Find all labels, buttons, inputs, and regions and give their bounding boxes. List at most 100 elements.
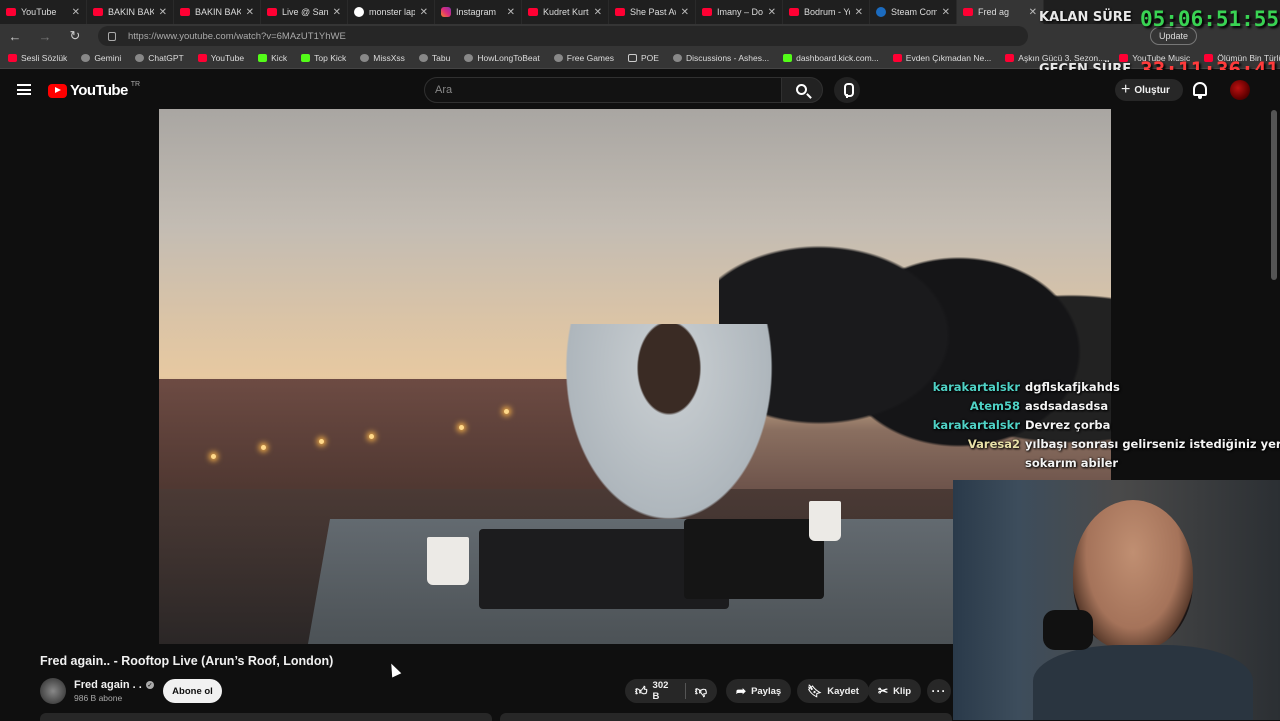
close-tab-icon[interactable]: ✕ [768, 7, 776, 18]
menu-icon[interactable] [17, 84, 31, 95]
create-button[interactable]: + Oluştur [1115, 79, 1183, 101]
bookmark-item[interactable]: dashboard.kick.com... [783, 53, 879, 63]
account-avatar[interactable] [1230, 80, 1250, 100]
google-icon [354, 7, 364, 17]
chat-username: Atem58 [969, 399, 1020, 413]
video-scene-light [211, 454, 216, 459]
close-tab-icon[interactable]: ✕ [420, 7, 428, 18]
bookmark-label: ChatGPT [148, 53, 184, 63]
like-dislike-group: 👍︎ 302 B 👎︎ [625, 679, 717, 703]
search-icon [796, 84, 807, 95]
youtube-logo[interactable]: YouTube TR [48, 81, 140, 99]
video-scene-cup [427, 537, 469, 585]
clip-button[interactable]: ✂ Klip [868, 679, 922, 703]
youtube-icon [1005, 54, 1015, 62]
browser-tab[interactable]: Live @ Santa ✕ [261, 0, 348, 24]
close-tab-icon[interactable]: ✕ [942, 7, 950, 18]
webcam-microphone [1043, 610, 1093, 650]
bookmark-item[interactable]: HowLongToBeat [464, 53, 540, 63]
chat-message-text: sokarım abiler [1025, 456, 1119, 470]
channel-avatar[interactable] [40, 678, 66, 704]
bookmark-item[interactable]: Evden Çıkmadan Ne... [892, 53, 991, 63]
close-tab-icon[interactable]: ✕ [333, 7, 341, 18]
bookmark-item[interactable]: Kick [258, 53, 287, 63]
search-button[interactable] [781, 77, 823, 103]
bookmark-label: POE [641, 53, 659, 63]
close-tab-icon[interactable]: ✕ [246, 7, 254, 18]
close-tab-icon[interactable]: ✕ [855, 7, 863, 18]
notifications-bell-icon[interactable] [1193, 82, 1207, 99]
bookmark-label: Kick [271, 53, 288, 63]
like-thumbs-up-icon[interactable]: 👍︎ [635, 685, 648, 697]
folder-icon [628, 54, 637, 62]
youtube-icon [180, 8, 190, 16]
like-divider [684, 683, 686, 699]
dislike-thumbs-down-icon[interactable]: 👎︎ [695, 685, 707, 697]
remaining-time-value: 05:06:51:55 [1140, 7, 1280, 31]
youtube-icon [892, 54, 902, 62]
browser-tab[interactable]: BAKIN BAKIN ✕ [87, 0, 174, 24]
chat-username: Varesa2 [967, 437, 1020, 451]
channel-name[interactable]: Fred again . . ✓ [74, 679, 154, 691]
youtube-play-icon [48, 83, 67, 98]
close-tab-icon[interactable]: ✕ [72, 7, 80, 18]
bookmark-item[interactable]: Sesli Sözlük [8, 53, 67, 63]
save-button[interactable]: 🔖︎ Kaydet [797, 679, 869, 703]
close-tab-icon[interactable]: ✕ [594, 7, 602, 18]
page-scrollbar[interactable] [1271, 110, 1277, 280]
browser-tab-label: Instagram [456, 7, 497, 17]
back-arrow-icon[interactable]: ← [8, 29, 22, 44]
chat-message-text: dgflskafjkahds [1025, 380, 1120, 394]
bookmark-label: Sesli Sözlük [21, 53, 68, 63]
more-actions-icon[interactable]: ··· [927, 679, 951, 703]
close-tab-icon[interactable]: ✕ [507, 7, 515, 18]
bookmark-item[interactable]: Gemini [81, 53, 121, 63]
instagram-icon [441, 7, 451, 17]
kick-icon [258, 54, 268, 62]
browser-tab[interactable]: Instagram ✕ [435, 0, 522, 24]
bookmark-label: Free Games [566, 53, 614, 63]
bookmark-item[interactable]: YouTube [197, 53, 244, 63]
voice-search-icon[interactable] [834, 77, 860, 103]
bookmark-icon: 🔖︎ [807, 684, 823, 698]
like-count[interactable]: 302 B [653, 680, 676, 702]
video-scene-light [504, 409, 509, 414]
share-button[interactable]: ➦ Paylaş [726, 679, 792, 703]
channel-name-text: Fred again . . [74, 679, 142, 691]
browser-tab[interactable]: Kudret Kurto ✕ [522, 0, 609, 24]
video-scene-light [459, 425, 464, 430]
bookmark-item[interactable]: ChatGPT [135, 53, 184, 63]
bookmark-item[interactable]: MissXss [360, 53, 405, 63]
gemini-icon [81, 54, 91, 62]
youtube-icon [93, 8, 103, 16]
search-input[interactable] [425, 78, 781, 102]
address-bar-url: https://www.youtube.com/watch?v=6MAzUT1Y… [128, 30, 346, 42]
subscribe-button[interactable]: Abone ol [163, 679, 222, 703]
browser-tab[interactable]: Steam Comm ✕ [870, 0, 957, 24]
browser-tab[interactable]: She Past Awa ✕ [609, 0, 696, 24]
steam-icon [876, 7, 886, 17]
browser-tab[interactable]: Bodrum - Yo ✕ [783, 0, 870, 24]
browser-tab[interactable]: Fred ag ✕ [957, 0, 1044, 24]
kick-icon [783, 54, 793, 62]
close-tab-icon[interactable]: ✕ [681, 7, 689, 18]
browser-tab[interactable]: YouTube ✕ [0, 0, 87, 24]
chatgpt-icon [135, 54, 145, 62]
reload-icon[interactable]: ↻ [68, 28, 82, 44]
bookmark-item[interactable]: Free Games [553, 53, 614, 63]
bookmark-label: dashboard.kick.com... [796, 53, 879, 63]
bookmark-item[interactable]: Top Kick [301, 53, 346, 63]
forward-arrow-icon[interactable]: → [38, 29, 52, 44]
globe-icon [464, 54, 474, 62]
video-scene-light [261, 445, 266, 450]
browser-tab[interactable]: Imany – Don ✕ [696, 0, 783, 24]
bookmark-item[interactable]: Discussions - Ashes... [672, 53, 769, 63]
globe-icon [418, 54, 428, 62]
browser-tab[interactable]: BAKIN BAKIN ✕ [174, 0, 261, 24]
close-tab-icon[interactable]: ✕ [159, 7, 167, 18]
browser-tab[interactable]: monster lapt ✕ [348, 0, 435, 24]
bookmark-item[interactable]: POE [628, 53, 659, 63]
address-bar[interactable]: https://www.youtube.com/watch?v=6MAzUT1Y… [98, 26, 1028, 46]
browser-tab-label: BAKIN BAKIN [108, 7, 154, 17]
bookmark-item[interactable]: Tabu [418, 53, 450, 63]
